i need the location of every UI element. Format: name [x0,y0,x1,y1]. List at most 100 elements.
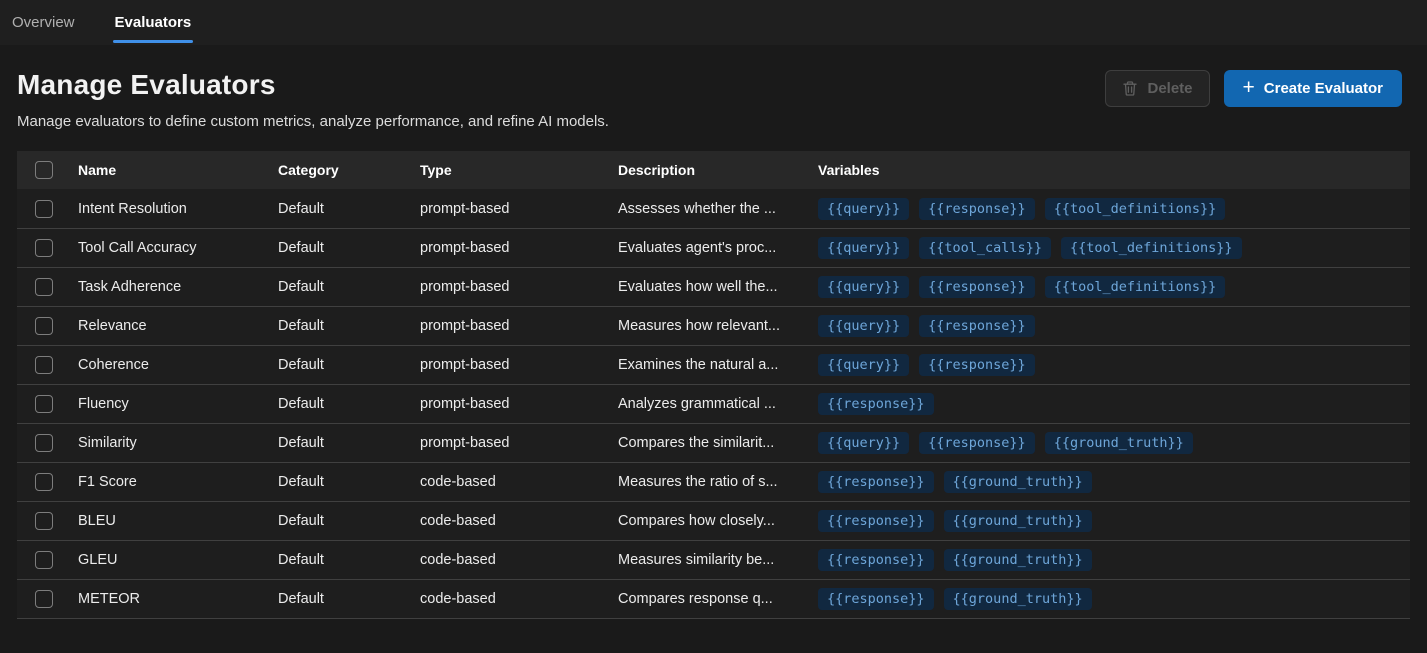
variable-chip: {{query}} [818,237,909,259]
variable-chip: {{tool_definitions}} [1045,276,1226,298]
table-row: Intent ResolutionDefaultprompt-basedAsse… [17,189,1410,228]
cell-type: prompt-based [420,240,618,256]
row-checkbox[interactable] [35,356,53,374]
row-checkbox-cell [17,434,78,452]
variable-chip: {{query}} [818,276,909,298]
delete-button-label: Delete [1147,80,1192,97]
row-checkbox-cell [17,356,78,374]
cell-type: prompt-based [420,318,618,334]
cell-type: code-based [420,513,618,529]
row-checkbox[interactable] [35,200,53,218]
variable-chip: {{response}} [818,510,934,532]
variable-chip: {{response}} [818,393,934,415]
cell-variables: {{query}}{{tool_calls}}{{tool_definition… [818,237,1410,259]
evaluators-table: Name Category Type Description Variables… [17,151,1410,619]
cell-description: Evaluates how well the... [618,279,818,295]
cell-description: Compares response q... [618,591,818,607]
cell-category: Default [278,396,420,412]
row-checkbox-cell [17,551,78,569]
column-header-variables: Variables [818,162,1410,178]
cell-variables: {{query}} {{response}} {{tool_definitions}… [818,198,1410,220]
row-checkbox-cell [17,317,78,335]
cell-name: Tool Call Accuracy [78,240,278,256]
variable-chip: {{query}} [818,198,909,220]
tab-overview[interactable]: Overview [10,0,77,45]
cell-description: Measures the ratio of s... [618,474,818,490]
row-checkbox-cell [17,239,78,257]
cell-category: Default [278,591,420,607]
variable-chip: {{response}} [919,198,1035,220]
select-all-checkbox[interactable] [35,161,53,179]
tab-label: Overview [12,14,75,31]
cell-category: Default [278,318,420,334]
cell-type: prompt-based [420,396,618,412]
variable-chip: {{ground_truth}} [944,471,1092,493]
row-checkbox[interactable] [35,395,53,413]
tab-evaluators[interactable]: Evaluators [113,0,194,45]
cell-variables: {{response}}{{ground_truth}} [818,549,1410,571]
cell-category: Default [278,279,420,295]
row-checkbox[interactable] [35,278,53,296]
cell-name: Relevance [78,318,278,334]
column-header-description: Description [618,162,818,178]
cell-category: Default [278,201,420,217]
cell-variables: {{response}}{{ground_truth}} [818,471,1410,493]
row-checkbox-cell [17,395,78,413]
variable-chip: {{ground_truth}} [1045,432,1193,454]
table-header-row: Name Category Type Description Variables [17,151,1410,189]
plus-icon: + [1243,77,1255,98]
active-tab-underline [113,40,194,43]
table-row: SimilarityDefaultprompt-basedCompares th… [17,423,1410,462]
page-header: Manage Evaluators Manage evaluators to d… [0,45,1427,130]
table-body: Intent ResolutionDefaultprompt-basedAsse… [17,189,1410,618]
cell-description: Analyzes grammatical ... [618,396,818,412]
variable-chip: {{response}} [919,432,1035,454]
row-checkbox[interactable] [35,317,53,335]
cell-category: Default [278,357,420,373]
cell-description: Assesses whether the ... [618,201,818,217]
trash-icon [1122,80,1138,97]
cell-name: Fluency [78,396,278,412]
cell-variables: {{query}}{{response}}{{tool_definitions}… [818,276,1410,298]
create-evaluator-button-label: Create Evaluator [1264,80,1383,97]
cell-name: Intent Resolution [78,201,278,217]
variable-chip: {{ground_truth}} [944,588,1092,610]
row-checkbox-cell [17,278,78,296]
cell-name: Coherence [78,357,278,373]
variable-chip: {{ground_truth}} [944,549,1092,571]
cell-category: Default [278,435,420,451]
row-checkbox[interactable] [35,473,53,491]
cell-category: Default [278,513,420,529]
cell-description: Measures how relevant... [618,318,818,334]
variable-chip: {{query}} [818,354,909,376]
cell-variables: {{response}}{{ground_truth}} [818,588,1410,610]
row-checkbox[interactable] [35,239,53,257]
cell-type: prompt-based [420,279,618,295]
variable-chip: {{tool_calls}} [919,237,1051,259]
cell-type: prompt-based [420,357,618,373]
cell-type: code-based [420,591,618,607]
row-checkbox[interactable] [35,512,53,530]
row-checkbox[interactable] [35,434,53,452]
cell-type: code-based [420,552,618,568]
table-row: BLEUDefaultcode-basedCompares how closel… [17,501,1410,540]
cell-variables: {{response}} {{ground_truth}} [818,510,1410,532]
table-row: CoherenceDefaultprompt-basedExamines the… [17,345,1410,384]
variable-chip: {{tool_definitions}} [1045,198,1226,220]
cell-variables: {{query}} {{response}} {{ground_truth}} [818,432,1410,454]
variable-chip: {{ground_truth}} [944,510,1092,532]
cell-type: code-based [420,474,618,490]
header-actions: Delete + Create Evaluator [1105,70,1402,107]
cell-category: Default [278,474,420,490]
table-row: GLEUDefaultcode-basedMeasures similarity… [17,540,1410,579]
row-checkbox[interactable] [35,551,53,569]
cell-variables: {{response}} [818,393,1410,415]
delete-button[interactable]: Delete [1105,70,1209,107]
variable-chip: {{query}} [818,432,909,454]
cell-category: Default [278,552,420,568]
create-evaluator-button[interactable]: + Create Evaluator [1224,70,1402,107]
page-subtitle: Manage evaluators to define custom metri… [17,113,609,130]
row-checkbox[interactable] [35,590,53,608]
page-title: Manage Evaluators [17,69,609,101]
table-row: Task AdherenceDefaultprompt-basedEvaluat… [17,267,1410,306]
